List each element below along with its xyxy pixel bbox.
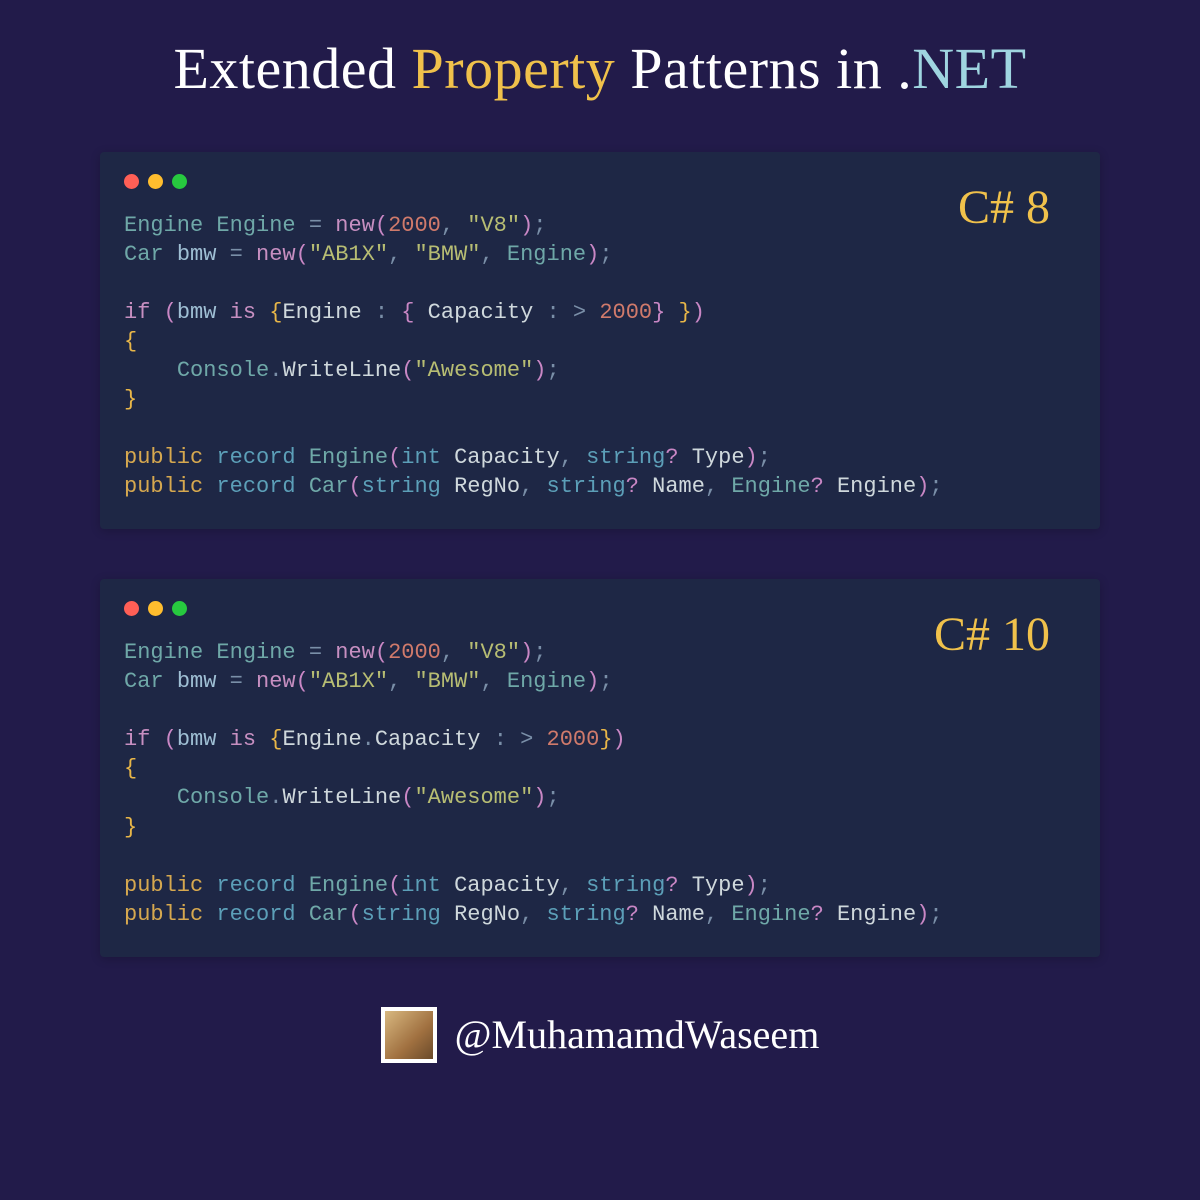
title-accent2: NET xyxy=(912,36,1026,101)
window-controls xyxy=(124,174,1076,189)
minimize-icon xyxy=(148,174,163,189)
code-panel-csharp8: C# 8 Engine Engine = new(2000, "V8"); Ca… xyxy=(100,152,1100,529)
panels-container: C# 8 Engine Engine = new(2000, "V8"); Ca… xyxy=(0,122,1200,957)
avatar xyxy=(381,1007,437,1063)
title-part2: Patterns in . xyxy=(615,36,912,101)
version-label: C# 8 xyxy=(958,180,1050,235)
close-icon xyxy=(124,174,139,189)
code-panel-csharp10: C# 10 Engine Engine = new(2000, "V8"); C… xyxy=(100,579,1100,956)
maximize-icon xyxy=(172,601,187,616)
code-block: Engine Engine = new(2000, "V8"); Car bmw… xyxy=(124,638,1076,928)
footer: @MuhamamdWaseem xyxy=(0,1007,1200,1063)
code-block: Engine Engine = new(2000, "V8"); Car bmw… xyxy=(124,211,1076,501)
close-icon xyxy=(124,601,139,616)
author-handle: @MuhamamdWaseem xyxy=(455,1011,820,1058)
title-part1: Extended xyxy=(173,36,411,101)
title-accent1: Property xyxy=(412,36,616,101)
version-label: C# 10 xyxy=(934,607,1050,662)
page-title: Extended Property Patterns in .NET xyxy=(0,0,1200,122)
minimize-icon xyxy=(148,601,163,616)
maximize-icon xyxy=(172,174,187,189)
